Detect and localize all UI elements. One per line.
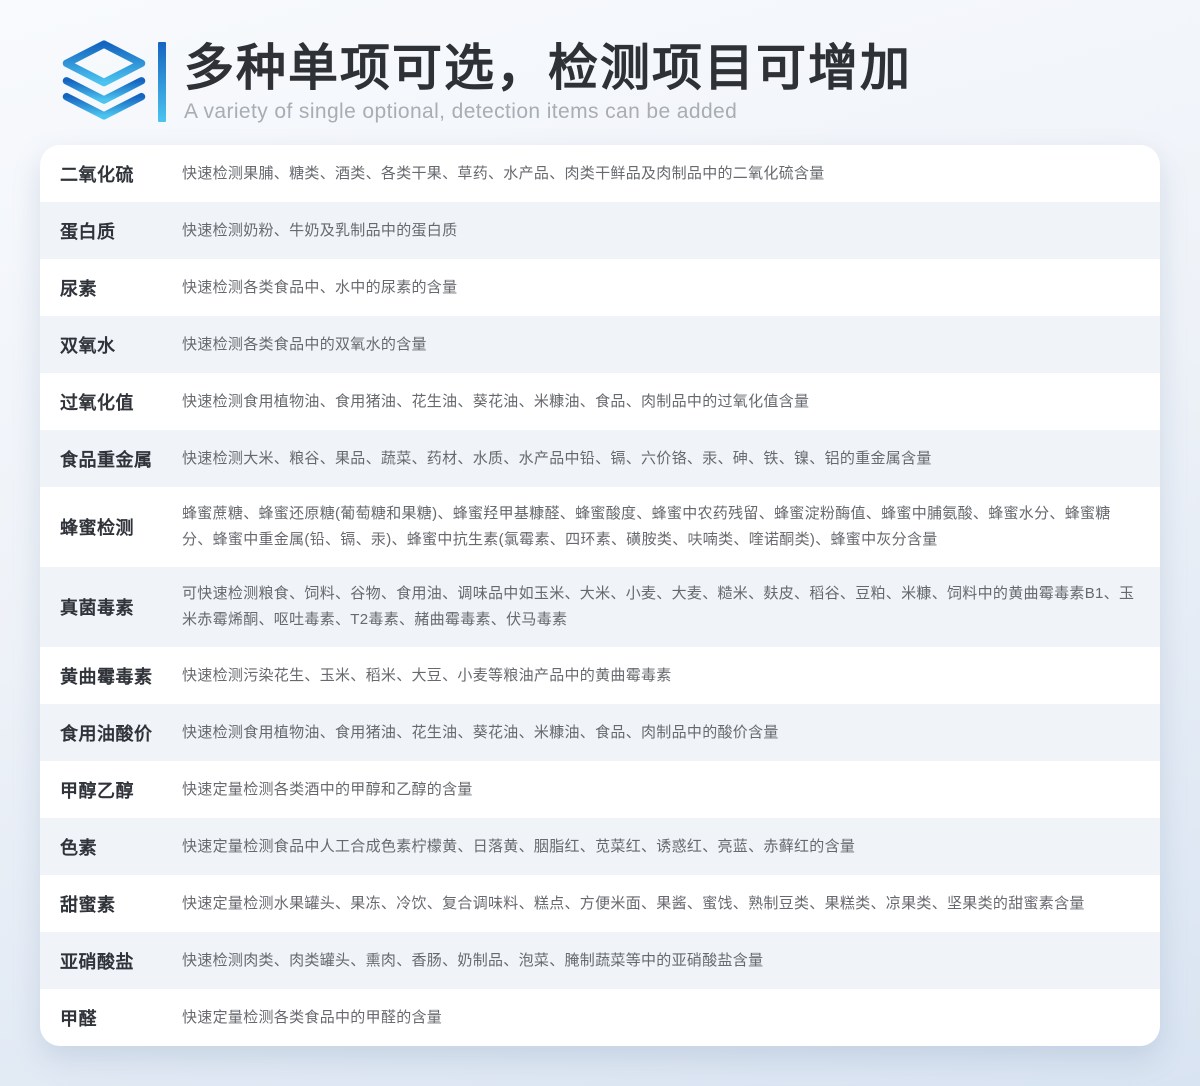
table-row: 双氧水 快速检测各类食品中的双氧水的含量 bbox=[40, 316, 1160, 373]
table-row: 尿素 快速检测各类食品中、水中的尿素的含量 bbox=[40, 259, 1160, 316]
item-description: 蜂蜜蔗糖、蜂蜜还原糖(葡萄糖和果糖)、蜂蜜羟甲基糠醛、蜂蜜酸度、蜂蜜中农药残留、… bbox=[182, 501, 1136, 553]
item-name: 过氧化值 bbox=[60, 389, 182, 415]
table-row: 蛋白质 快速检测奶粉、牛奶及乳制品中的蛋白质 bbox=[40, 202, 1160, 259]
table-row: 真菌毒素 可快速检测粮食、饲料、谷物、食用油、调味品中如玉米、大米、小麦、大麦、… bbox=[40, 567, 1160, 647]
page-header: 多种单项可选，检测项目可增加 A variety of single optio… bbox=[0, 0, 1200, 128]
table-row: 甲醛 快速定量检测各类食品中的甲醛的含量 bbox=[40, 989, 1160, 1046]
item-name: 甜蜜素 bbox=[60, 891, 182, 917]
item-description: 快速定量检测各类食品中的甲醛的含量 bbox=[182, 1005, 1136, 1031]
item-description: 快速检测果脯、糖类、酒类、各类干果、草药、水产品、肉类干鲜品及肉制品中的二氧化硫… bbox=[182, 161, 1136, 187]
item-description: 快速检测奶粉、牛奶及乳制品中的蛋白质 bbox=[182, 218, 1136, 244]
item-name: 真菌毒素 bbox=[60, 594, 182, 620]
item-name: 双氧水 bbox=[60, 332, 182, 358]
header-accent-bar bbox=[158, 42, 166, 122]
item-description: 快速检测肉类、肉类罐头、熏肉、香肠、奶制品、泡菜、腌制蔬菜等中的亚硝酸盐含量 bbox=[182, 948, 1136, 974]
item-name: 色素 bbox=[60, 834, 182, 860]
table-row: 二氧化硫 快速检测果脯、糖类、酒类、各类干果、草药、水产品、肉类干鲜品及肉制品中… bbox=[40, 145, 1160, 202]
item-name: 食品重金属 bbox=[60, 446, 182, 472]
item-description: 快速定量检测各类酒中的甲醇和乙醇的含量 bbox=[182, 777, 1136, 803]
item-name: 二氧化硫 bbox=[60, 161, 182, 187]
table-row: 食用油酸价 快速检测食用植物油、食用猪油、花生油、葵花油、米糠油、食品、肉制品中… bbox=[40, 704, 1160, 761]
item-name: 蛋白质 bbox=[60, 218, 182, 244]
detection-items-card: 二氧化硫 快速检测果脯、糖类、酒类、各类干果、草药、水产品、肉类干鲜品及肉制品中… bbox=[40, 145, 1160, 1046]
item-name: 尿素 bbox=[60, 275, 182, 301]
table-row: 过氧化值 快速检测食用植物油、食用猪油、花生油、葵花油、米糠油、食品、肉制品中的… bbox=[40, 373, 1160, 430]
item-name: 甲醛 bbox=[60, 1005, 182, 1031]
table-row: 亚硝酸盐 快速检测肉类、肉类罐头、熏肉、香肠、奶制品、泡菜、腌制蔬菜等中的亚硝酸… bbox=[40, 932, 1160, 989]
item-description: 可快速检测粮食、饲料、谷物、食用油、调味品中如玉米、大米、小麦、大麦、糙米、麸皮… bbox=[182, 581, 1136, 633]
item-description: 快速检测各类食品中的双氧水的含量 bbox=[182, 332, 1136, 358]
item-description: 快速检测污染花生、玉米、稻米、大豆、小麦等粮油产品中的黄曲霉毒素 bbox=[182, 663, 1136, 689]
table-row: 食品重金属 快速检测大米、粮谷、果品、蔬菜、药材、水质、水产品中铅、镉、六价铬、… bbox=[40, 430, 1160, 487]
item-description: 快速定量检测食品中人工合成色素柠檬黄、日落黄、胭脂红、苋菜红、诱惑红、亮蓝、赤藓… bbox=[182, 834, 1136, 860]
table-row: 甜蜜素 快速定量检测水果罐头、果冻、冷饮、复合调味料、糕点、方便米面、果酱、蜜饯… bbox=[40, 875, 1160, 932]
item-description: 快速检测食用植物油、食用猪油、花生油、葵花油、米糠油、食品、肉制品中的酸价含量 bbox=[182, 720, 1136, 746]
item-name: 蜂蜜检测 bbox=[60, 514, 182, 540]
item-description: 快速检测大米、粮谷、果品、蔬菜、药材、水质、水产品中铅、镉、六价铬、汞、砷、铁、… bbox=[182, 446, 1136, 472]
table-row: 黄曲霉毒素 快速检测污染花生、玉米、稻米、大豆、小麦等粮油产品中的黄曲霉毒素 bbox=[40, 647, 1160, 704]
layers-stack-icon bbox=[62, 40, 146, 120]
item-name: 甲醇乙醇 bbox=[60, 777, 182, 803]
item-name: 黄曲霉毒素 bbox=[60, 663, 182, 689]
page-subtitle: A variety of single optional, detection … bbox=[184, 100, 912, 124]
item-name: 亚硝酸盐 bbox=[60, 948, 182, 974]
table-row: 蜂蜜检测 蜂蜜蔗糖、蜂蜜还原糖(葡萄糖和果糖)、蜂蜜羟甲基糠醛、蜂蜜酸度、蜂蜜中… bbox=[40, 487, 1160, 567]
table-row: 甲醇乙醇 快速定量检测各类酒中的甲醇和乙醇的含量 bbox=[40, 761, 1160, 818]
item-name: 食用油酸价 bbox=[60, 720, 182, 746]
item-description: 快速检测食用植物油、食用猪油、花生油、葵花油、米糠油、食品、肉制品中的过氧化值含… bbox=[182, 389, 1136, 415]
item-description: 快速定量检测水果罐头、果冻、冷饮、复合调味料、糕点、方便米面、果酱、蜜饯、熟制豆… bbox=[182, 891, 1136, 917]
table-row: 色素 快速定量检测食品中人工合成色素柠檬黄、日落黄、胭脂红、苋菜红、诱惑红、亮蓝… bbox=[40, 818, 1160, 875]
page-title: 多种单项可选，检测项目可增加 bbox=[184, 40, 912, 96]
item-description: 快速检测各类食品中、水中的尿素的含量 bbox=[182, 275, 1136, 301]
